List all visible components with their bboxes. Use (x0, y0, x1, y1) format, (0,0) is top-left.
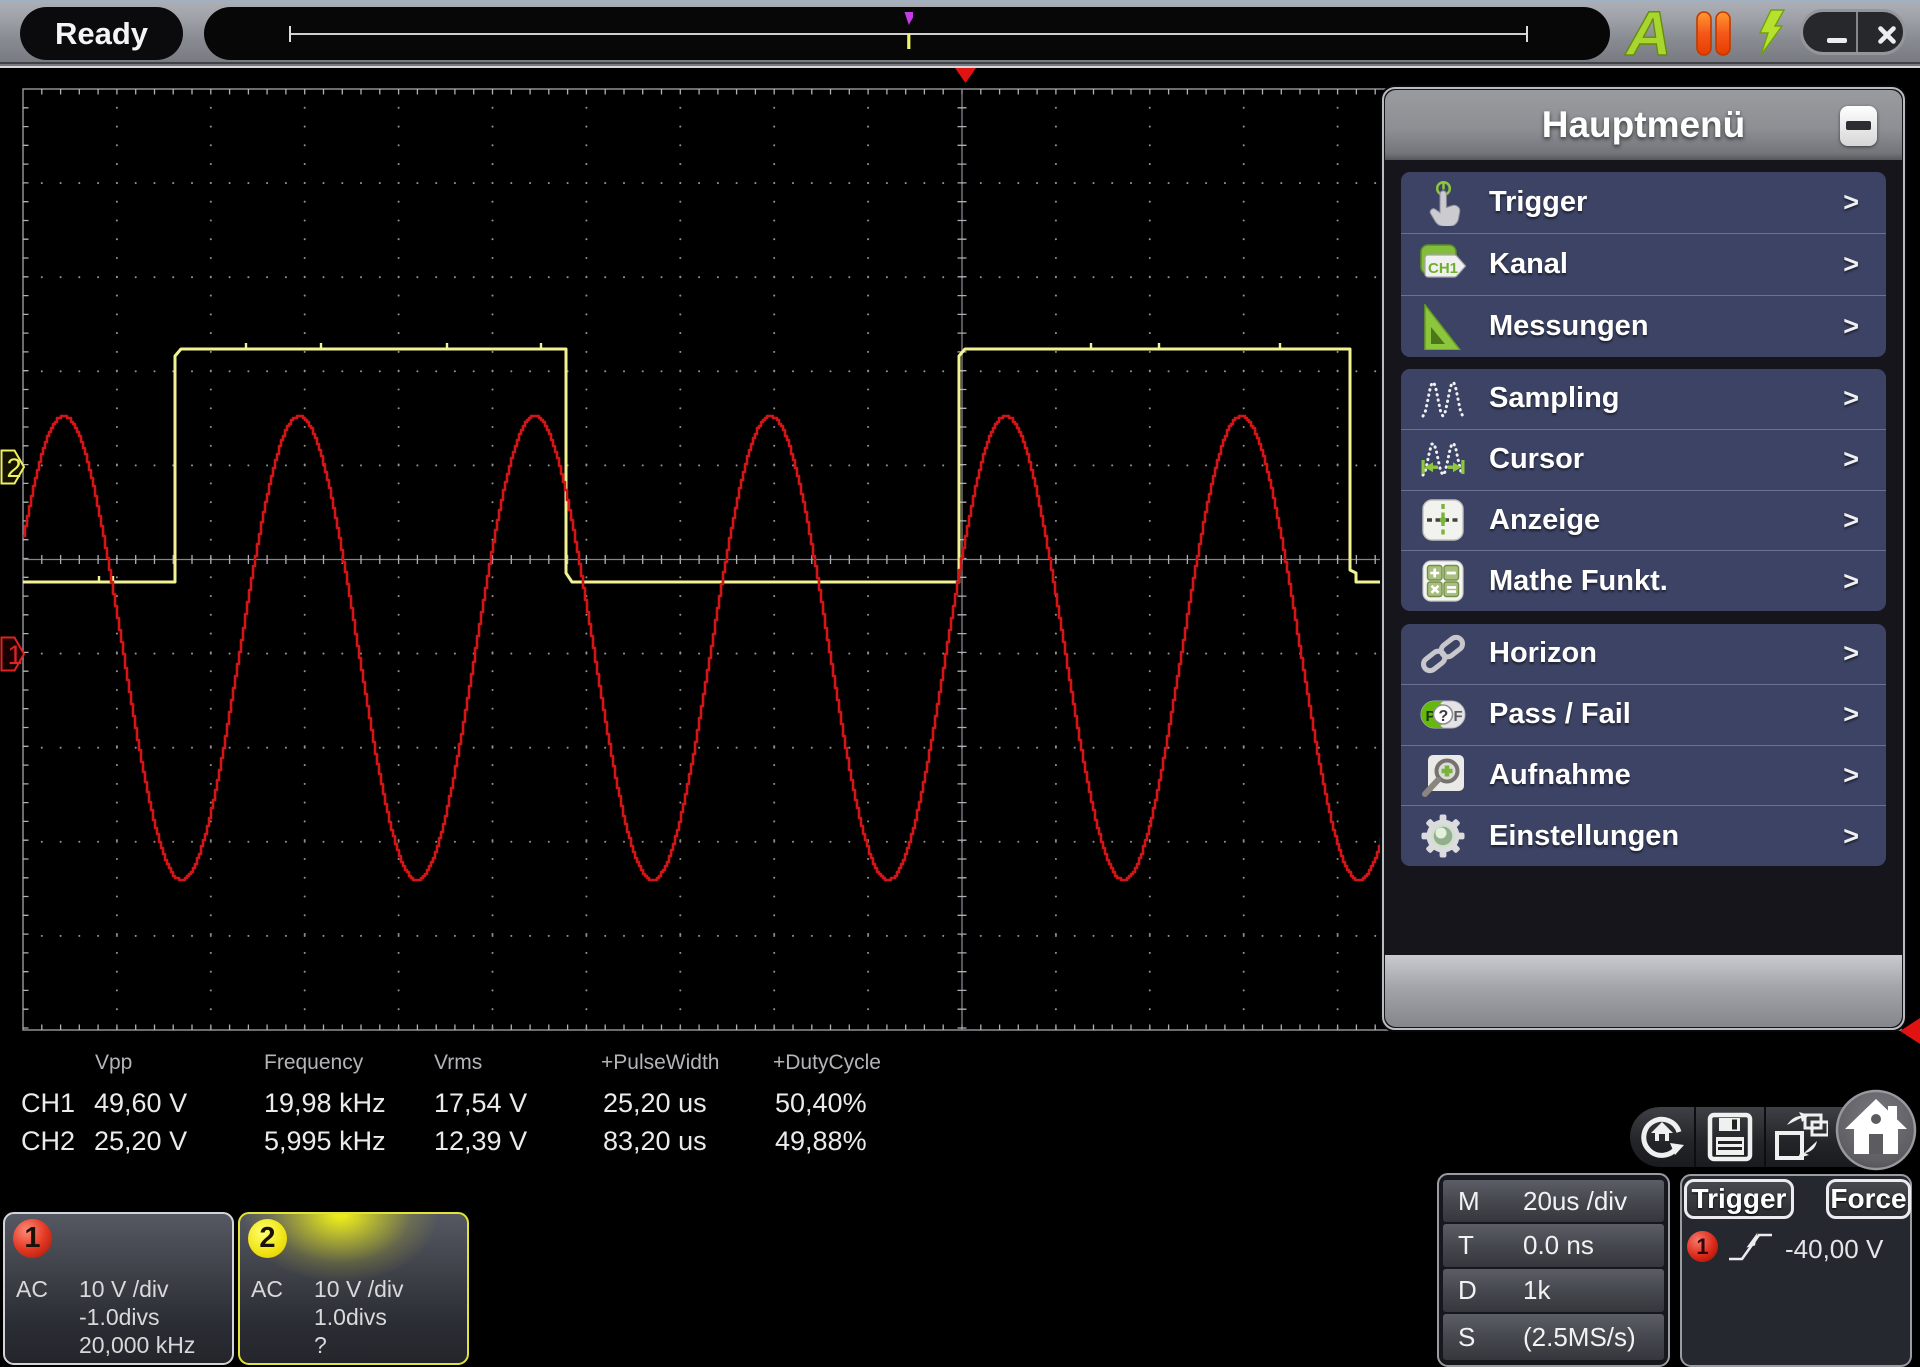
svg-text:CH1: CH1 (1428, 260, 1458, 277)
svg-text:2: 2 (7, 453, 22, 483)
svg-text:1: 1 (8, 640, 23, 670)
svg-text:F: F (1454, 708, 1463, 725)
svg-text:A: A (1624, 0, 1672, 60)
svg-text:?: ? (1439, 708, 1449, 725)
